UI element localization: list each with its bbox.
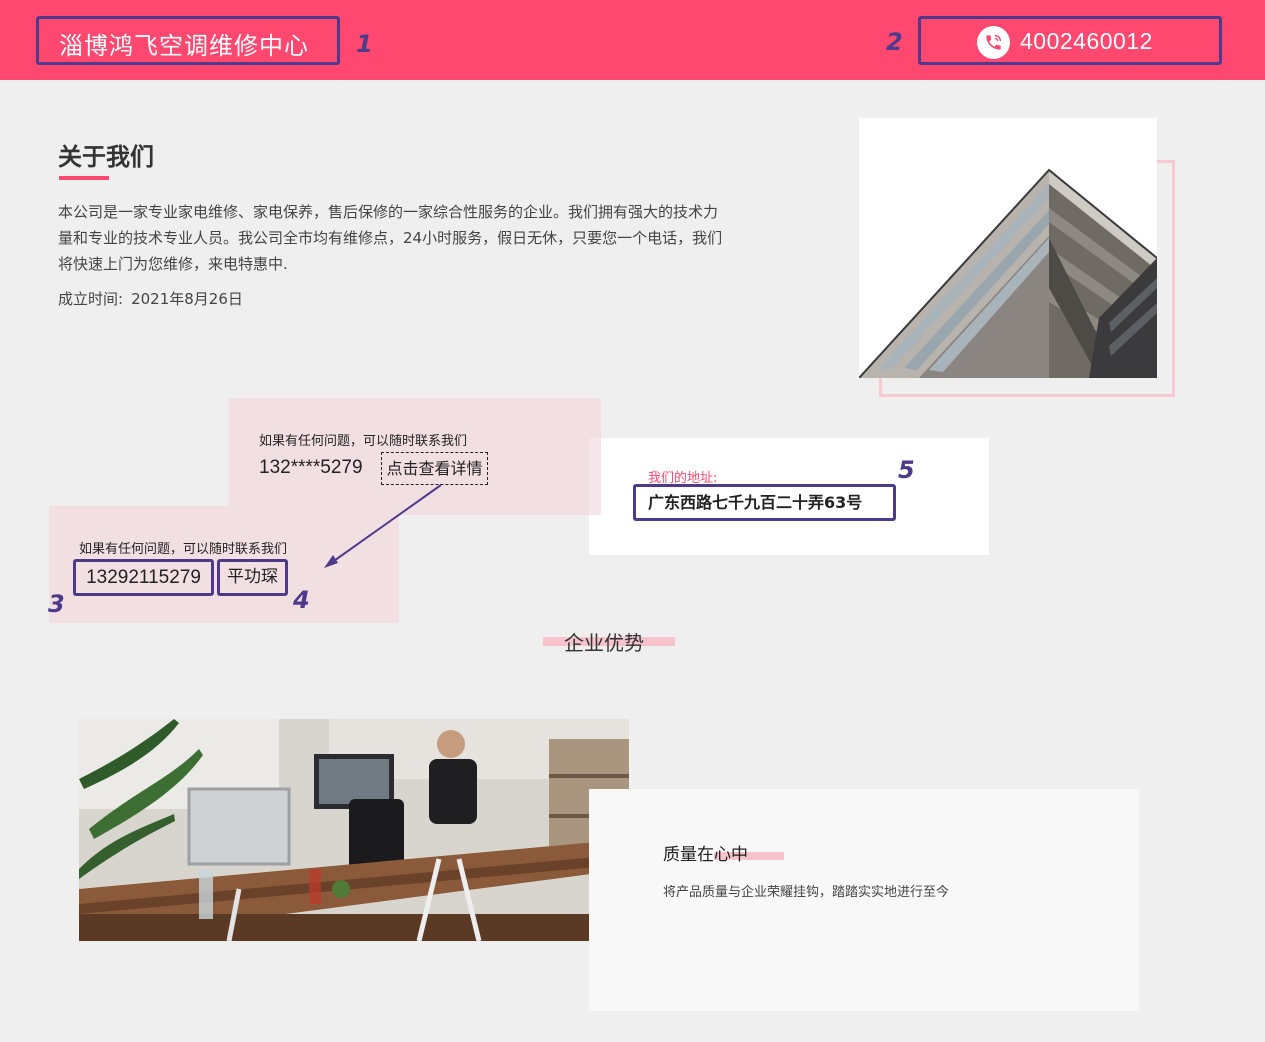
annotation-marker-1: 1 [356, 30, 373, 58]
founded-info: 成立时间: 2021年8月26日 [58, 288, 243, 309]
annotation-marker-5: 5 [898, 456, 915, 484]
founded-label: 成立时间: [58, 290, 124, 308]
quality-description: 将产品质量与企业荣耀挂钩，踏踏实实地进行至今 [663, 885, 950, 900]
about-heading-underline [59, 176, 109, 180]
address-card-overlap [589, 438, 601, 515]
about-paragraph: 本公司是一家专业家电维修、家电保养，售后保修的一家综合性服务的企业。我们拥有强大… [58, 203, 723, 273]
annotation-marker-4: 4 [293, 586, 310, 614]
about-heading: 关于我们 [58, 143, 154, 171]
quality-card [589, 789, 1139, 1011]
full-phone-number[interactable]: 13292115279 [73, 559, 214, 596]
contact-hint: 如果有任何问题，可以随时联系我们 [259, 434, 468, 449]
annotation-marker-2: 2 [886, 28, 903, 56]
view-details-button[interactable]: 点击查看详情 [381, 452, 488, 485]
advantages-title: 企业优势 [564, 631, 644, 655]
phone-icon [977, 26, 1010, 59]
contact-name[interactable]: 平功琛 [217, 559, 288, 596]
office-photo [79, 719, 629, 941]
site-title[interactable]: 淄博鸿飞空调维修中心 [59, 26, 309, 61]
founded-date: 2021年8月26日 [131, 290, 243, 308]
building-photo [859, 118, 1157, 378]
contact-hint-revealed: 如果有任何问题，可以随时联系我们 [79, 542, 288, 557]
address-value[interactable]: 广东西路七千九百二十弄63号 [633, 484, 896, 521]
masked-phone-number: 132****5279 [259, 457, 363, 478]
quality-title: 质量在心中 [663, 845, 748, 865]
site-header: 淄博鸿飞空调维修中心 1 2 4002460012 [0, 0, 1265, 80]
header-phone-button[interactable]: 4002460012 [918, 16, 1222, 65]
annotation-marker-3: 3 [48, 590, 65, 618]
site-title-highlight: 淄博鸿飞空调维修中心 [36, 16, 340, 65]
header-phone-number: 4002460012 [1020, 28, 1153, 54]
